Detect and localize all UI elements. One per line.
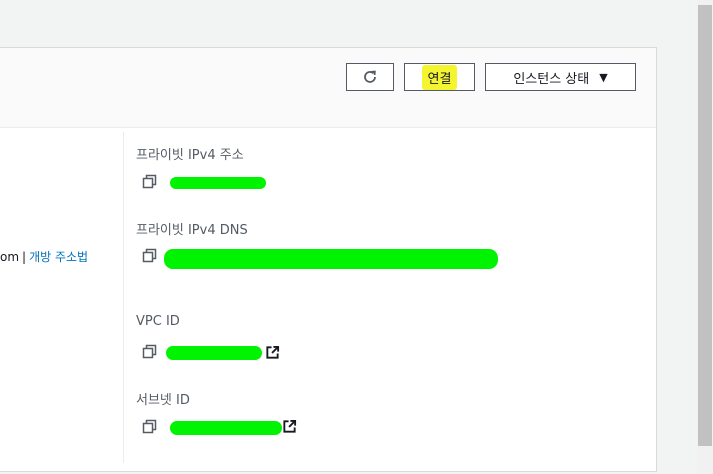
vpc-id-value — [142, 342, 282, 364]
redacted-subnet-id — [170, 421, 282, 435]
connect-label: 연결 — [421, 64, 458, 90]
scrollbar-thumb[interactable] — [698, 5, 712, 446]
refresh-button[interactable] — [346, 63, 394, 91]
copy-icon[interactable] — [142, 344, 158, 360]
private-dns-value — [142, 246, 502, 269]
open-address-link[interactable]: 개방 주소법 — [29, 250, 88, 264]
refresh-icon — [364, 70, 376, 83]
left-text-fragment: om — [0, 250, 20, 264]
page-scrollbar[interactable] — [697, 0, 713, 474]
copy-icon[interactable] — [142, 174, 158, 190]
redacted-private-ipv4 — [170, 177, 266, 189]
vpc-id-label: VPC ID — [136, 314, 180, 329]
column-divider — [123, 132, 124, 463]
caret-down-icon: ▼ — [599, 70, 608, 84]
connect-button[interactable]: 연결 — [404, 63, 475, 91]
private-ipv4-label: 프라이빗 IPv4 주소 — [136, 148, 244, 163]
external-link-icon[interactable] — [265, 345, 280, 360]
copy-icon[interactable] — [142, 419, 158, 435]
private-dns-label: 프라이빗 IPv4 DNS — [136, 223, 248, 238]
private-ipv4-value — [142, 172, 282, 194]
panel-header: 연결 인스턴스 상태 ▼ — [0, 48, 656, 128]
redacted-private-dns — [164, 249, 498, 269]
redacted-vpc-id — [166, 346, 262, 360]
instance-state-dropdown[interactable]: 인스턴스 상태 ▼ — [485, 63, 636, 91]
copy-icon[interactable] — [142, 248, 158, 264]
subnet-id-value — [142, 417, 302, 439]
instance-details-panel: 연결 인스턴스 상태 ▼ om | 개방 주소법 프라이빗 IPv4 주소 프라이빗… — [0, 47, 657, 472]
external-link-icon[interactable] — [282, 419, 297, 434]
left-column-fragment: om | 개방 주소법 — [0, 248, 88, 265]
instance-state-label: 인스턴스 상태 — [513, 71, 590, 87]
separator: | — [22, 250, 27, 264]
subnet-id-label: 서브넷 ID — [136, 393, 190, 408]
